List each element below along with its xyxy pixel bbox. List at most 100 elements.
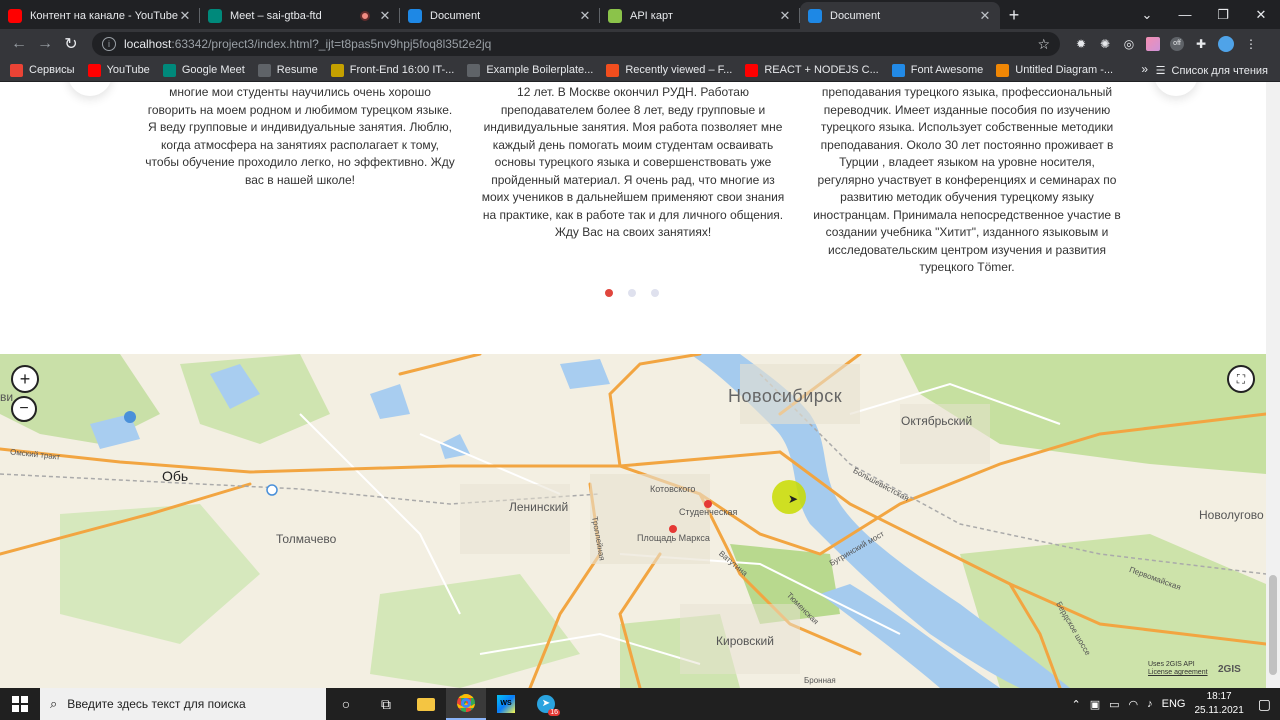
bookmark-item[interactable]: Untitled Diagram -... [996,63,1113,77]
page-scrollbar[interactable] [1266,82,1280,688]
map-label-kotovskogo: Котовского [650,484,696,494]
bookmark-star-icon[interactable]: ☆ [1037,36,1050,53]
drawio-icon [996,63,1010,77]
close-window-icon[interactable]: ✕ [1242,0,1280,29]
api-2gis-icon [608,8,622,23]
map-provider-logo[interactable]: 2GIS [1218,664,1241,675]
address-bar[interactable]: i localhost:63342/project3/index.html?_i… [92,32,1060,56]
extension-gradient-icon[interactable] [1146,37,1160,51]
bookmark-item[interactable]: Front-End 16:00 IT-... [330,63,455,77]
tray-app-icon[interactable]: ▣ [1090,698,1100,711]
profile-avatar[interactable] [1218,36,1234,52]
extensions-puzzle-icon[interactable]: ✚ [1194,37,1208,51]
reading-list-button[interactable]: ☰ Список для чтения [1156,59,1268,82]
figma-icon [606,63,620,77]
browser-tab[interactable]: Document ✕ [400,2,600,29]
file-explorer-icon[interactable] [406,688,446,720]
bookmark-item[interactable]: Example Boilerplate... [467,63,593,77]
bookmarks-bar: Сервисы YouTube Google Meet Resume Front-End… [0,59,1280,82]
tab-title: Контент на канале - YouTube Studio [30,9,178,22]
map-label-ploshchad-marksa: Площадь Маркса [637,533,710,543]
zoom-out-button[interactable]: − [11,396,37,422]
bookmark-item[interactable]: REACT + NODEJS C... [745,63,879,77]
back-arrow-icon[interactable]: ← [6,35,32,53]
close-tab-icon[interactable]: ✕ [378,8,392,24]
recording-indicator-icon [360,10,370,21]
bookmark-item[interactable]: Resume [257,63,318,77]
slider-dot[interactable] [651,289,659,297]
address-path: :63342/project3/index.html?_ijt=t8pas5nv… [171,37,492,51]
attribution-license-link[interactable]: License agreement [1148,669,1208,677]
webstorm-document-icon [808,8,822,23]
cortana-icon[interactable]: ○ [326,688,366,720]
reload-icon[interactable]: ↻ [58,34,84,54]
input-language[interactable]: ENG [1162,698,1186,710]
close-tab-icon[interactable]: ✕ [978,8,992,24]
map-label-tolmachevo: Толмачево [276,532,337,546]
browser-tab[interactable]: Контент на канале - YouTube Studio✕ [0,2,200,29]
bookmark-label: Сервисы [29,64,75,76]
map-label-kirovsky: Кировский [716,634,774,648]
telegram-taskbar-icon[interactable]: ➤ 16 [526,688,566,720]
task-view-icon[interactable]: ⧉ [366,688,406,720]
bookmark-item[interactable]: Google Meet [162,63,245,77]
slider-pagination [605,289,659,297]
extension-off-icon[interactable]: off [1170,37,1184,51]
google-meet-icon [208,8,222,23]
taskbar-search-box[interactable]: ⌕ Введите здесь текст для поиска [40,688,326,720]
bookmark-label: Front-End 16:00 IT-... [349,64,455,76]
extension-gear-icon[interactable]: ✹ [1074,37,1088,51]
battery-icon[interactable]: ▭ [1109,698,1119,711]
fullscreen-button[interactable]: ⛶ [1227,365,1255,393]
browser-tab[interactable]: Document ✕ [800,2,1000,29]
maximize-icon[interactable]: ❐ [1204,0,1242,29]
map-label-bronnaya: Бронная [804,676,836,685]
menu-kebab-icon[interactable]: ⋮ [1244,37,1258,51]
address-host: localhost [124,37,172,51]
browser-tab[interactable]: Meet – sai-gtba-ftd ✕ [200,2,400,29]
windows-taskbar: ⌕ Введите здесь текст для поиска ○ ⧉ WS … [0,688,1280,720]
wifi-icon[interactable]: ◠ [1129,698,1139,711]
close-tab-icon[interactable]: ✕ [778,8,792,24]
bookmark-item[interactable]: YouTube [87,63,150,77]
close-tab-icon[interactable]: ✕ [178,8,192,24]
youtube-icon [8,8,22,23]
slider-dot[interactable] [628,289,636,297]
notifications-icon[interactable]: ▢ [1258,696,1271,713]
tray-overflow-icon[interactable]: ⌃ [1071,698,1080,711]
tab-search-chevron-icon[interactable]: ⌄ [1128,0,1166,29]
google-meet-icon [162,63,176,77]
slider-dot[interactable] [605,289,613,297]
bookmarks-overflow-button[interactable]: » [1141,62,1148,76]
teacher-bio-3: преподавания турецкого языка, профессион… [813,85,1121,274]
map-widget[interactable]: Новосибирск Обь Октябрьский Ленинский То… [0,354,1266,688]
bookmark-item[interactable]: Recently viewed – F... [606,63,732,77]
extension-target-icon[interactable]: ◎ [1122,37,1136,51]
new-tab-button[interactable]: + [1000,2,1028,29]
scrollbar-thumb[interactable] [1269,575,1277,675]
bookmark-item[interactable]: Сервисы [10,63,75,77]
chrome-taskbar-icon[interactable] [446,688,486,720]
youtube-icon [87,63,101,77]
clock-time: 18:17 [1206,691,1232,702]
minimize-icon[interactable]: — [1166,0,1204,29]
taskbar-clock[interactable]: 18:17 25.11.2021 [1194,690,1243,718]
browser-tab-strip: Контент на канале - YouTube Studio✕Meet … [0,0,1280,29]
windows-start-button[interactable] [0,688,40,720]
extensions-area: ✹ ✺ ◎ off ✚ ⋮ [1074,36,1258,52]
map-label-novolugovoe: Новолугово [1199,508,1264,522]
forward-arrow-icon[interactable]: → [32,35,58,53]
youtube-icon [745,63,759,77]
apps-grid-icon [10,63,23,77]
browser-tab[interactable]: API карт ✕ [600,2,800,29]
bookmark-item[interactable]: Font Awesome [891,63,983,77]
teacher-photo-bubble [1154,82,1198,96]
volume-icon[interactable]: ♪ [1147,698,1153,710]
zoom-in-button[interactable]: + [11,365,39,393]
map-label-oktyabrsky: Октябрьский [901,414,973,428]
extension-bug-icon[interactable]: ✺ [1098,37,1112,51]
close-tab-icon[interactable]: ✕ [578,8,592,24]
windows-logo-icon [12,696,28,712]
site-info-icon[interactable]: i [102,37,116,51]
webstorm-taskbar-icon[interactable]: WS [486,688,526,720]
